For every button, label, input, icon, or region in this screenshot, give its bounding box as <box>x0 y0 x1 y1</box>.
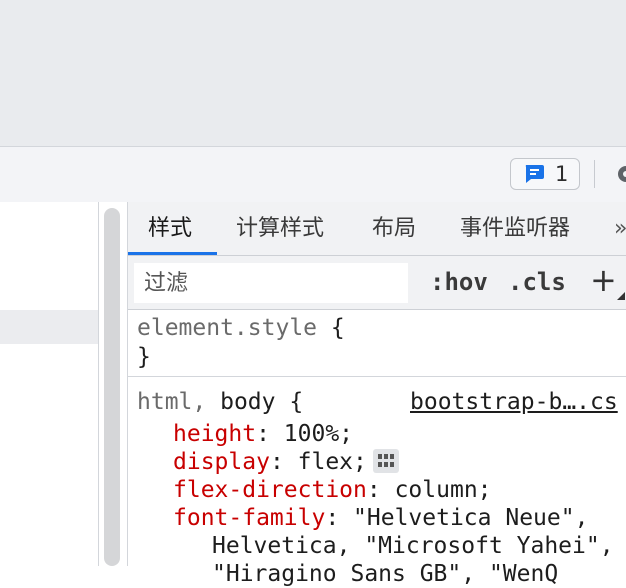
element-style-rule[interactable]: element.style { <box>137 314 345 342</box>
declaration-height[interactable]: height: 100%; <box>173 420 353 448</box>
declaration-display[interactable]: display: flex; <box>173 448 399 476</box>
more-tabs-button[interactable]: » <box>614 202 626 255</box>
elements-tree-panel[interactable] <box>0 202 98 566</box>
selected-node-row[interactable] <box>0 310 98 344</box>
element-style-close: } <box>137 344 151 370</box>
active-tab-indicator <box>128 252 217 255</box>
open-brace: { <box>330 315 345 341</box>
declaration-flex-direction[interactable]: flex-direction: column; <box>173 476 492 504</box>
scrollbar-thumb[interactable] <box>104 208 120 566</box>
devtools-toolbar: 1 <box>0 146 626 203</box>
rule-divider <box>128 376 626 377</box>
issues-button[interactable]: 1 <box>510 158 580 190</box>
class-toggle-button[interactable]: .cls <box>508 262 566 302</box>
rule-selector[interactable]: html, body { <box>137 388 303 416</box>
gear-icon[interactable] <box>612 161 626 187</box>
filter-bar: :hov .cls + <box>128 256 626 310</box>
message-icon <box>525 165 544 183</box>
issues-count: 1 <box>555 162 569 186</box>
tab-event-listeners[interactable]: 事件监听器 <box>460 202 570 255</box>
font-family-continuation-2: "Hiragino Sans GB", "WenQ <box>212 561 559 587</box>
toolbar-separator <box>594 160 595 188</box>
filter-input[interactable] <box>134 263 408 303</box>
hover-state-button[interactable]: :hov <box>430 262 488 302</box>
stylesheet-source-link[interactable]: bootstrap-b….cs <box>410 388 618 416</box>
tab-styles[interactable]: 样式 <box>148 202 192 255</box>
flexbox-editor-icon[interactable] <box>372 449 399 473</box>
styles-pane: 样式 计算样式 布局 事件监听器 » :hov .cls + element.s… <box>127 202 626 587</box>
tab-computed[interactable]: 计算样式 <box>236 202 324 255</box>
page-viewport <box>0 0 626 146</box>
declaration-font-family[interactable]: font-family: "Helvetica Neue", <box>173 504 588 532</box>
sidebar-tab-bar: 样式 计算样式 布局 事件监听器 » <box>128 202 626 256</box>
font-family-continuation: Helvetica, "Microsoft Yahei", <box>212 533 614 559</box>
menu-corner-icon <box>617 292 625 300</box>
new-style-rule-button[interactable]: + <box>590 260 617 300</box>
tab-layout[interactable]: 布局 <box>372 202 416 255</box>
element-style-selector: element.style <box>137 315 318 341</box>
